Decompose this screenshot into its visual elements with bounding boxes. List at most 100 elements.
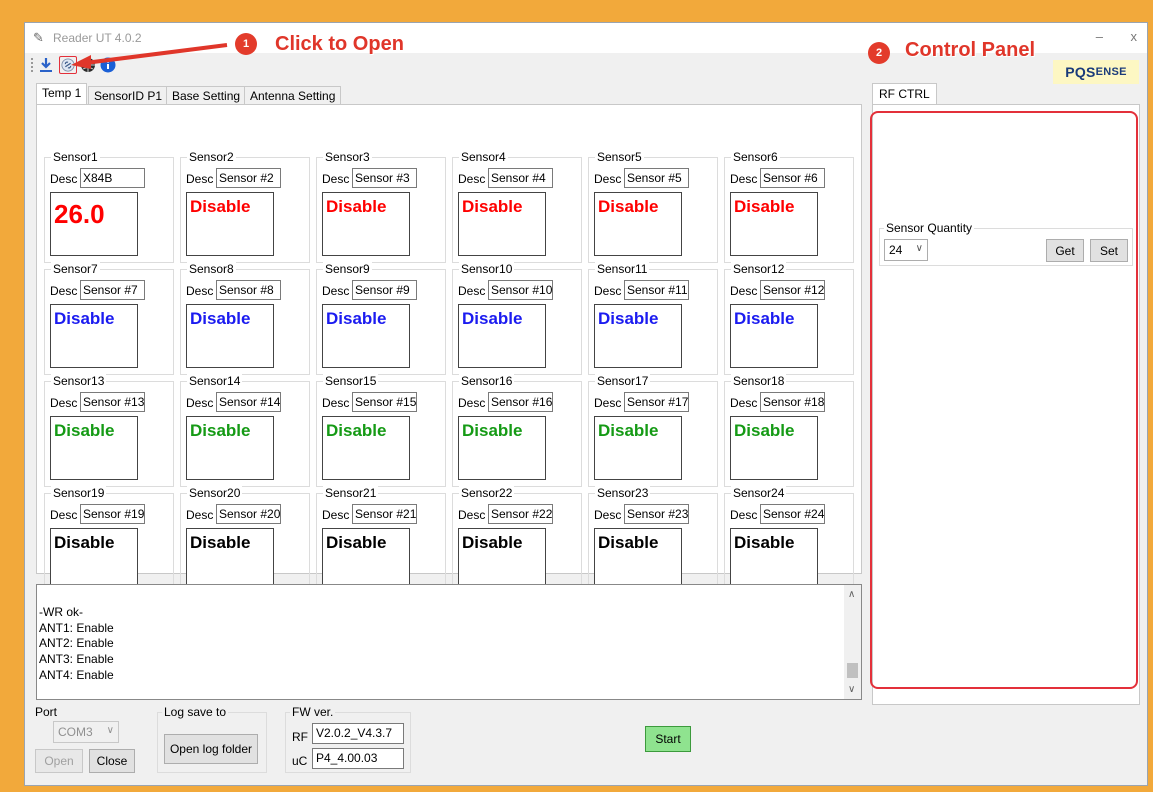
callout-1-badge: 1	[235, 33, 257, 55]
sensor-desc-input[interactable]: Sensor #21	[352, 504, 417, 524]
tab-antenna-setting[interactable]: Antenna Setting	[244, 86, 342, 105]
scroll-thumb[interactable]	[847, 663, 858, 678]
chevron-down-icon: ∨	[106, 725, 114, 736]
close-window-button[interactable]: x	[1131, 29, 1138, 44]
sensor-desc-input[interactable]: Sensor #23	[624, 504, 689, 524]
desc-label: Desc	[594, 508, 622, 522]
sensor-name: Sensor6	[731, 150, 780, 164]
sensor-desc-input[interactable]: Sensor #9	[352, 280, 417, 300]
get-quantity-button[interactable]: Get	[1046, 239, 1084, 262]
start-button[interactable]: Start	[645, 726, 691, 752]
sensor-desc-input[interactable]: Sensor #6	[760, 168, 825, 188]
log-scrollbar[interactable]: ∧ ∨	[844, 585, 861, 699]
sensor-desc-input[interactable]: Sensor #5	[624, 168, 689, 188]
set-quantity-button[interactable]: Set	[1090, 239, 1128, 262]
sensor-value: Disable	[598, 309, 659, 328]
minimize-button[interactable]: –	[1096, 29, 1103, 44]
sensor-group: Sensor10 Desc Sensor #10 Disable	[452, 262, 582, 375]
sensor-value: Disable	[734, 309, 795, 328]
sensor-value-box: 26.0	[50, 192, 138, 256]
sensor-name: Sensor11	[595, 262, 650, 276]
log-output[interactable]: -WR ok- ANT1: Enable ANT2: Enable ANT3: Ena…	[36, 584, 862, 700]
sensor-name: Sensor3	[323, 150, 372, 164]
sensor-value-box: Disable	[594, 304, 682, 368]
sensor-value-box: Disable	[730, 416, 818, 480]
close-port-button[interactable]: Close	[89, 749, 135, 773]
sensor-desc-input[interactable]: Sensor #15	[352, 392, 417, 412]
desc-label: Desc	[730, 508, 758, 522]
sensor-value: Disable	[462, 197, 523, 216]
download-icon[interactable]	[37, 56, 55, 74]
sensor-desc-input[interactable]: Sensor #3	[352, 168, 417, 188]
sensor-value-box: Disable	[594, 192, 682, 256]
sensor-desc-input[interactable]: Sensor #12	[760, 280, 825, 300]
sensor-desc-input[interactable]: Sensor #7	[80, 280, 145, 300]
sensor-value-box: Disable	[458, 416, 546, 480]
tab-sensorid-p1[interactable]: SensorID P1	[88, 86, 169, 105]
desc-label: Desc	[458, 396, 486, 410]
desc-label: Desc	[186, 508, 214, 522]
sensor-desc-input[interactable]: Sensor #13	[80, 392, 145, 412]
sensor-group: Sensor12 Desc Sensor #12 Disable	[724, 262, 854, 375]
sensor-desc-input[interactable]: Sensor #4	[488, 168, 553, 188]
rf-version-field: V2.0.2_V4.3.7	[312, 723, 404, 744]
sensor-desc-input[interactable]: Sensor #14	[216, 392, 281, 412]
sensor-desc-input[interactable]: Sensor #2	[216, 168, 281, 188]
sensor-group: Sensor11 Desc Sensor #11 Disable	[588, 262, 718, 375]
sensor-value: Disable	[190, 421, 251, 440]
sensor-name: Sensor17	[595, 374, 651, 388]
sensor-value-box: Disable	[186, 416, 274, 480]
sensor-desc-input[interactable]: Sensor #24	[760, 504, 825, 524]
log-line: ANT2: Enable	[39, 636, 114, 651]
tab-rf-ctrl[interactable]: RF CTRL	[872, 83, 937, 105]
sensor-value: 26.0	[54, 199, 105, 229]
desc-label: Desc	[186, 172, 214, 186]
sensor-desc-input[interactable]: Sensor #17	[624, 392, 689, 412]
tab-temp-1[interactable]: Temp 1	[36, 83, 88, 105]
open-port-button[interactable]: Open	[35, 749, 83, 773]
sensor-desc-input[interactable]: Sensor #18	[760, 392, 825, 412]
sensor-desc-input[interactable]: X84B	[80, 168, 145, 188]
uc-label: uC	[292, 754, 308, 768]
port-select[interactable]: COM3 ∨	[53, 721, 119, 743]
callout-2-text: Control Panel	[905, 39, 1036, 61]
sensor-value: Disable	[54, 309, 115, 328]
sensor-value-box: Disable	[322, 304, 410, 368]
sensor-name: Sensor2	[187, 150, 236, 164]
app-icon: ✎	[33, 30, 44, 45]
sensor-group: Sensor9 Desc Sensor #9 Disable	[316, 262, 446, 375]
sensor-value-box: Disable	[186, 528, 274, 592]
sensor-name: Sensor13	[51, 374, 107, 388]
sensor-desc-input[interactable]: Sensor #16	[488, 392, 553, 412]
desc-label: Desc	[594, 284, 622, 298]
sensor-value: Disable	[190, 533, 251, 552]
sensor-group: Sensor16 Desc Sensor #16 Disable	[452, 374, 582, 487]
sensor-desc-input[interactable]: Sensor #8	[216, 280, 281, 300]
sensor-name: Sensor4	[459, 150, 508, 164]
desc-label: Desc	[730, 172, 758, 186]
sensor-group: Sensor8 Desc Sensor #8 Disable	[180, 262, 310, 375]
sensor-group: Sensor13 Desc Sensor #13 Disable	[44, 374, 174, 487]
sensor-group: Sensor18 Desc Sensor #18 Disable	[724, 374, 854, 487]
sensor-name: Sensor9	[323, 262, 372, 276]
sensor-name: Sensor23	[595, 486, 651, 500]
desc-label: Desc	[322, 396, 350, 410]
callout-2-badge: 2	[868, 42, 890, 64]
sensor-grid-panel: Sensor1 Desc X84B 26.0 Sensor2 Desc Sensor #2 D…	[36, 104, 862, 599]
sensor-name: Sensor7	[51, 262, 100, 276]
sensor-value: Disable	[598, 533, 659, 552]
sensor-desc-input[interactable]: Sensor #10	[488, 280, 553, 300]
sensor-desc-input[interactable]: Sensor #20	[216, 504, 281, 524]
sensor-desc-input[interactable]: Sensor #11	[624, 280, 689, 300]
sensor-desc-input[interactable]: Sensor #19	[80, 504, 145, 524]
sensor-quantity-select[interactable]: 24 ∨	[884, 239, 928, 261]
scroll-down-icon[interactable]: ∨	[848, 684, 855, 695]
callout-arrow-icon	[71, 43, 228, 69]
sensor-group: Sensor4 Desc Sensor #4 Disable	[452, 150, 582, 263]
sensor-desc-input[interactable]: Sensor #22	[488, 504, 553, 524]
sensor-name: Sensor18	[731, 374, 787, 388]
tab-base-setting[interactable]: Base Setting	[166, 86, 247, 105]
sensor-value: Disable	[598, 421, 659, 440]
open-log-folder-button[interactable]: Open log folder	[164, 734, 258, 764]
scroll-up-icon[interactable]: ∧	[848, 589, 855, 600]
